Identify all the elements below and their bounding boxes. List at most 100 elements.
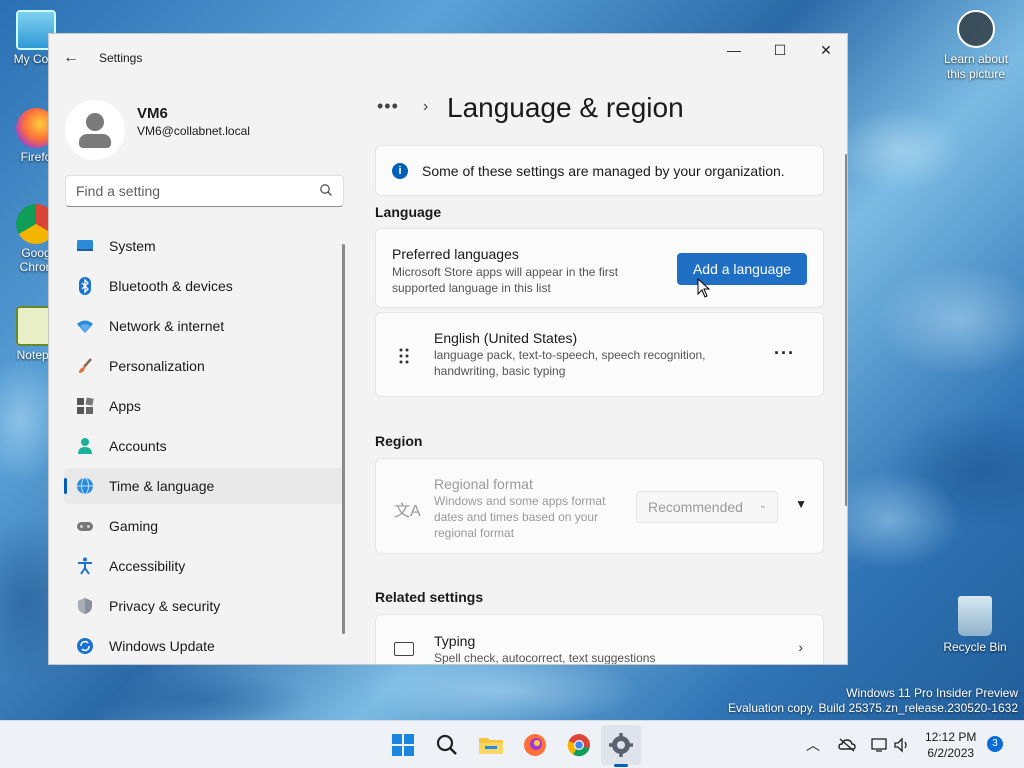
recycle-bin-icon bbox=[958, 596, 992, 636]
user-name: VM6 bbox=[137, 105, 168, 122]
sidebar-item-label: Time & language bbox=[109, 478, 215, 494]
chrome-taskbar-icon[interactable] bbox=[565, 731, 593, 759]
sidebar-scrollbar[interactable] bbox=[342, 244, 345, 634]
sidebar-nav: System Bluetooth & devices Network & int… bbox=[64, 228, 344, 664]
org-managed-notice: i Some of these settings are managed by … bbox=[375, 145, 824, 196]
user-profile[interactable]: VM6 VM6@collabnet.local bbox=[65, 100, 345, 164]
learn-about-picture[interactable]: Learn about this picture bbox=[940, 10, 1012, 82]
globe-clock-icon bbox=[77, 477, 93, 495]
sidebar-item-label: Apps bbox=[109, 398, 141, 414]
sidebar-item-personalization[interactable]: Personalization bbox=[64, 348, 344, 384]
title-bar: ← Settings — ☐ ✕ bbox=[49, 34, 847, 82]
chevron-down-icon: ⌄ bbox=[758, 500, 767, 511]
apps-icon bbox=[77, 397, 94, 414]
accessibility-icon bbox=[78, 557, 92, 575]
bluetooth-icon bbox=[79, 277, 91, 295]
regional-format-select[interactable]: Recommended ⌄ bbox=[636, 491, 778, 523]
sidebar-item-label: Personalization bbox=[109, 358, 205, 374]
regional-format-icon: 文A bbox=[394, 503, 421, 520]
main-scrollbar[interactable] bbox=[845, 154, 847, 506]
settings-gear-icon[interactable] bbox=[607, 731, 635, 759]
desktop-icon-label: Firefo bbox=[20, 150, 52, 164]
sidebar-item-accounts[interactable]: Accounts bbox=[64, 428, 344, 464]
mouse-cursor-icon bbox=[697, 278, 711, 298]
preferred-languages-title: Preferred languages bbox=[392, 246, 519, 262]
breadcrumb-more-button[interactable]: ••• bbox=[377, 96, 399, 117]
more-options-button[interactable]: ··· bbox=[774, 343, 795, 364]
language-section-header: Language bbox=[375, 204, 442, 220]
taskbar-clock[interactable]: 12:12 PM 6/2/2023 bbox=[925, 729, 976, 761]
sidebar-item-accessibility[interactable]: Accessibility bbox=[64, 548, 344, 584]
sidebar-item-label: Windows Update bbox=[109, 638, 215, 654]
search-input[interactable]: Find a setting bbox=[65, 175, 344, 207]
sidebar-item-label: System bbox=[109, 238, 156, 254]
network-tray-icon[interactable] bbox=[870, 737, 888, 753]
typing-title: Typing bbox=[434, 633, 476, 649]
watermark-line1: Windows 11 Pro Insider Preview bbox=[846, 686, 1018, 700]
desktop-icon-recycle-bin[interactable]: Recycle Bin bbox=[942, 596, 1008, 654]
breadcrumb-separator: › bbox=[423, 98, 429, 115]
search-placeholder: Find a setting bbox=[76, 183, 161, 199]
close-button[interactable]: ✕ bbox=[803, 34, 847, 66]
network-icon bbox=[77, 320, 93, 333]
language-item-english[interactable]: English (United States) language pack, t… bbox=[375, 312, 824, 397]
info-icon: i bbox=[392, 163, 408, 179]
avatar bbox=[65, 100, 125, 160]
sidebar-item-label: Network & internet bbox=[109, 318, 225, 334]
typing-desc: Spell check, autocorrect, text suggestio… bbox=[434, 651, 656, 665]
search-taskbar-icon[interactable] bbox=[433, 731, 461, 759]
firefox-taskbar-icon[interactable] bbox=[521, 731, 549, 759]
clock-time: 12:12 PM bbox=[925, 730, 977, 744]
sidebar-item-label: Accessibility bbox=[109, 558, 186, 574]
chevron-right-icon: › bbox=[798, 639, 803, 655]
onedrive-offline-icon[interactable] bbox=[838, 737, 856, 753]
volume-icon[interactable] bbox=[893, 737, 911, 753]
sidebar-item-windows-update[interactable]: Windows Update bbox=[64, 628, 344, 664]
org-managed-text: Some of these settings are managed by yo… bbox=[422, 163, 785, 179]
sidebar-item-label: Privacy & security bbox=[109, 598, 221, 614]
shield-icon bbox=[78, 598, 92, 614]
regional-format-card: 文A Regional format Windows and some apps… bbox=[375, 458, 824, 554]
clock-date: 6/2/2023 bbox=[927, 746, 975, 760]
regional-format-title: Regional format bbox=[434, 476, 533, 492]
file-explorer-icon[interactable] bbox=[477, 731, 505, 759]
sidebar-item-label: Accounts bbox=[109, 438, 167, 454]
expand-chevron-icon[interactable]: ▼ bbox=[795, 497, 807, 511]
system-icon bbox=[77, 240, 93, 251]
avatar-head bbox=[86, 113, 104, 131]
preferred-languages-desc: Microsoft Store apps will appear in the … bbox=[392, 265, 619, 295]
gamepad-icon bbox=[77, 522, 93, 531]
related-settings-header: Related settings bbox=[375, 589, 484, 605]
sidebar-item-gaming[interactable]: Gaming bbox=[64, 508, 344, 544]
sidebar-item-apps[interactable]: Apps bbox=[64, 388, 344, 424]
typing-settings-link[interactable]: Typing Spell check, autocorrect, text su… bbox=[375, 614, 824, 665]
start-button[interactable] bbox=[389, 731, 417, 759]
sidebar-item-time-language[interactable]: Time & language bbox=[64, 468, 344, 504]
maximize-button[interactable]: ☐ bbox=[757, 34, 803, 66]
minimize-button[interactable]: — bbox=[711, 34, 757, 66]
keyboard-icon bbox=[394, 642, 414, 656]
window-title: Settings bbox=[99, 51, 143, 65]
search-icon bbox=[320, 184, 332, 196]
page-title: Language & region bbox=[447, 92, 684, 123]
settings-window: ← Settings — ☐ ✕ VM6 VM6@collabnet.local… bbox=[48, 33, 848, 665]
language-features: language pack, text-to-speech, speech re… bbox=[434, 348, 706, 378]
notification-badge[interactable]: 3 bbox=[987, 736, 1003, 752]
sidebar-item-label: Bluetooth & devices bbox=[109, 278, 233, 294]
camera-icon bbox=[957, 10, 995, 48]
recycle-label: Recycle Bin bbox=[943, 640, 1007, 654]
avatar-body bbox=[79, 134, 111, 148]
region-section-header: Region bbox=[375, 433, 423, 449]
sidebar-item-privacy[interactable]: Privacy & security bbox=[64, 588, 344, 624]
sidebar-item-system[interactable]: System bbox=[64, 228, 344, 264]
sidebar-item-label: Gaming bbox=[109, 518, 159, 534]
sidebar-item-bluetooth[interactable]: Bluetooth & devices bbox=[64, 268, 344, 304]
back-arrow-icon[interactable]: ← bbox=[63, 48, 83, 68]
watermark-line2: Evaluation copy. Build 25375.zn_release.… bbox=[728, 701, 1018, 715]
sidebar-item-network[interactable]: Network & internet bbox=[64, 308, 344, 344]
brush-icon bbox=[79, 358, 92, 373]
update-icon bbox=[77, 638, 93, 654]
drag-handle-icon[interactable] bbox=[398, 347, 410, 365]
show-hidden-icons-chevron-up-icon[interactable]: ︿ bbox=[806, 735, 820, 755]
accounts-icon bbox=[78, 438, 92, 454]
